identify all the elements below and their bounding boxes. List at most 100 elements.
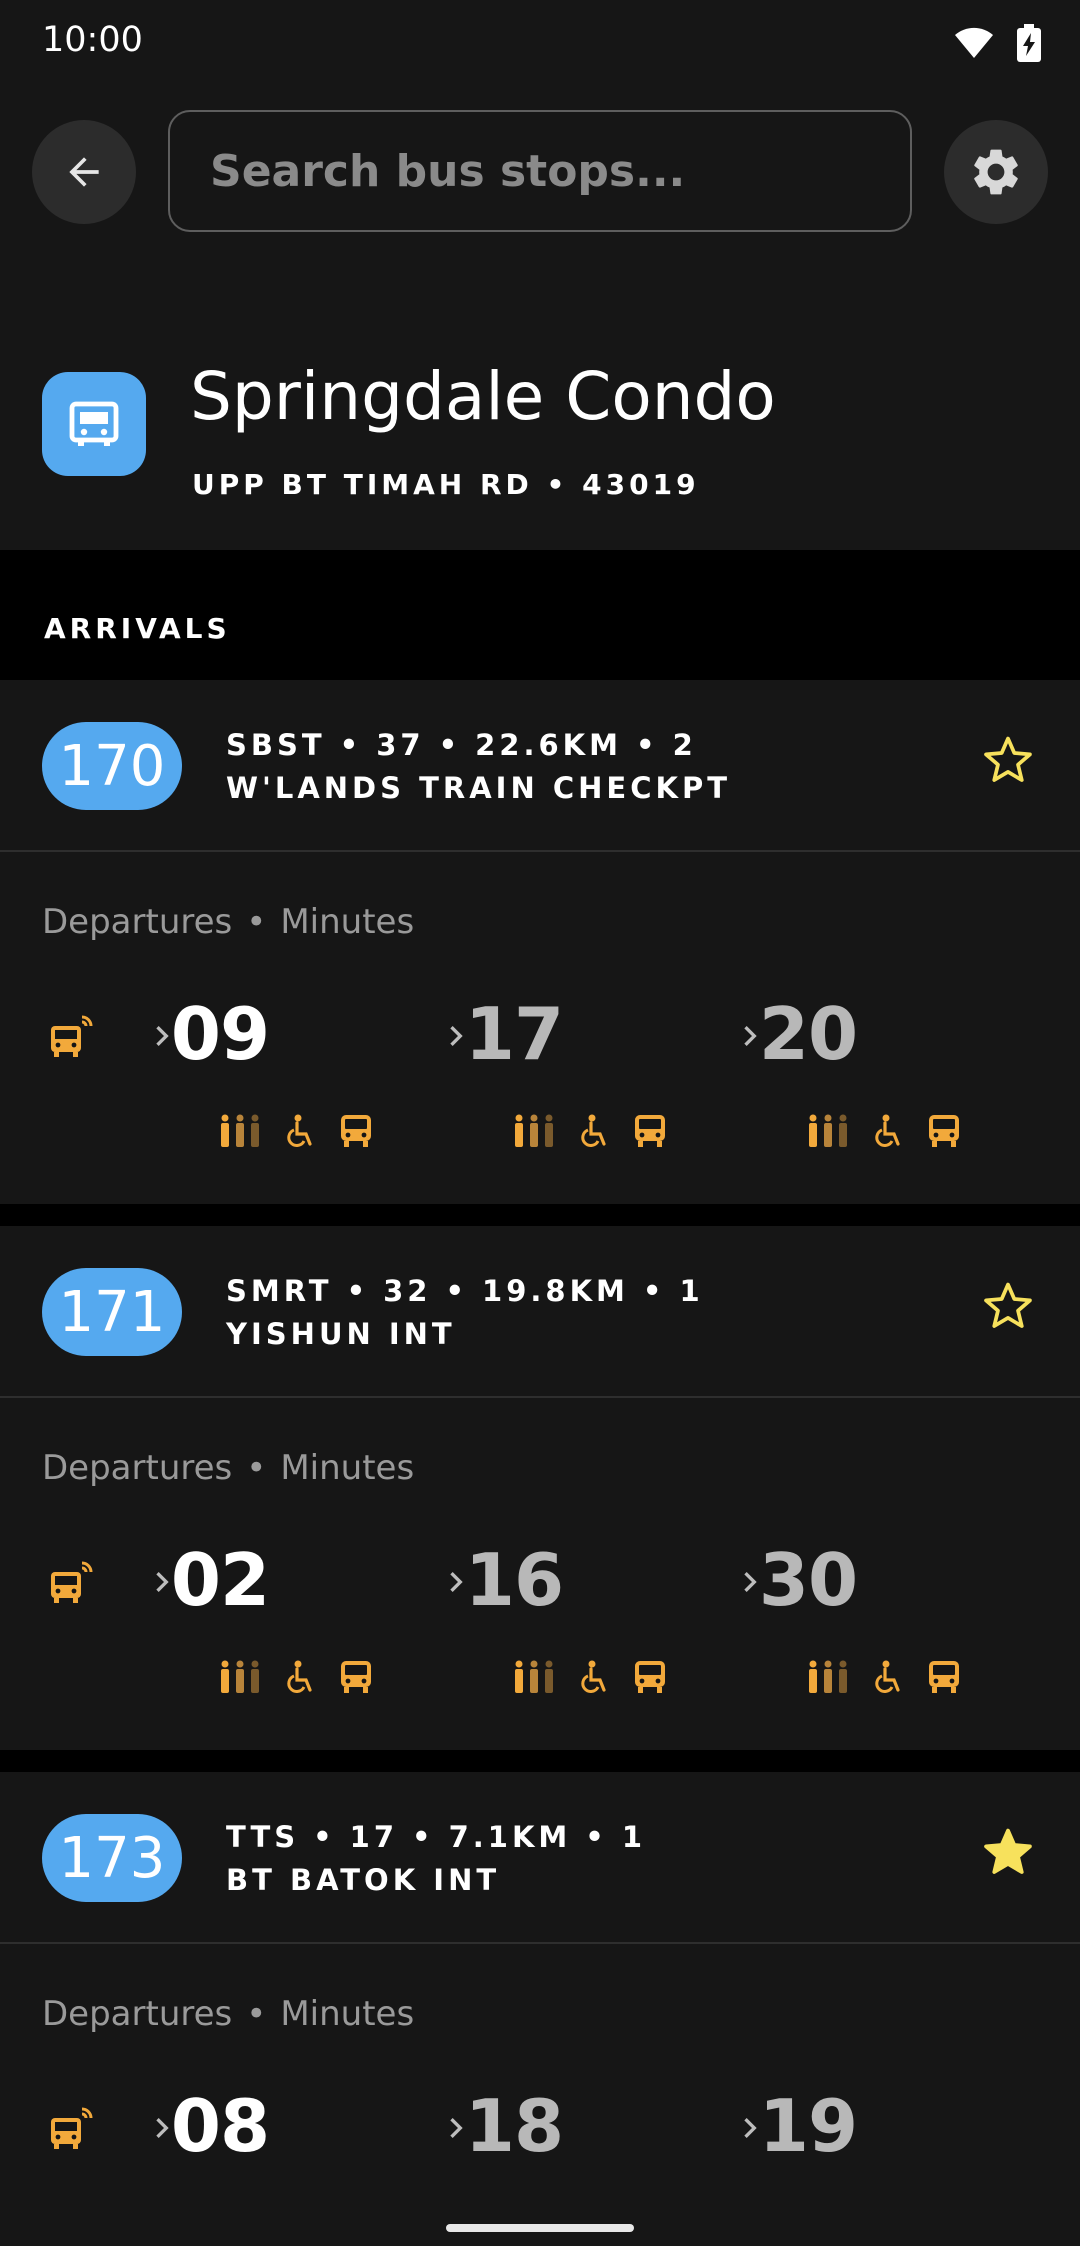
route-direction: 1 [621,1820,647,1854]
bus-load-icon [515,1660,553,1693]
favorite-button[interactable] [980,1824,1036,1880]
minutes-text: Minutes [280,1448,415,1488]
stop-subtitle: UPP BT TIMAH RD • 43019 [192,468,700,501]
favorite-star-icon [984,1828,1032,1874]
live-tracking-indicator [48,1014,94,1066]
meta-dot: • [642,1274,666,1308]
arrow-left-icon [69,157,99,187]
meta-dot: • [313,1820,336,1854]
route-info-row: SBST • 37 • 22.6KM • 2 [226,724,731,767]
bus-stop-icon [69,401,119,446]
meta-dot: • [346,1274,370,1308]
route-meta: SMRT • 32 • 19.8KM • 1 YISHUN INT [226,1270,704,1356]
stop-sub-dot: • [546,468,569,501]
meta-dot: • [412,1820,435,1854]
wheelchair-icon [287,1114,312,1147]
service-header[interactable]: 171 SMRT • 32 • 19.8KM • 1 YISHUN INT [0,1226,1080,1398]
route-number-badge: 171 [42,1268,182,1356]
departures-panel: Departures • Minutes 09 17 20 [0,852,1080,1200]
gear-icon [974,149,1018,195]
favorite-star-icon [984,1282,1032,1328]
service-card[interactable]: 170 SBST • 37 • 22.6KM • 2 W'LANDS TRAIN CHECKPT… [0,680,1080,1204]
arrival-minutes: 30 [758,1538,858,1622]
arrival-features [512,1114,666,1148]
bus-load-icon [809,1660,847,1693]
bus-type-icon [341,1661,371,1693]
arrivals-section-label: ARRIVALS [44,612,231,645]
route-stop-count: 17 [349,1820,399,1854]
wheelchair-icon [581,1114,606,1147]
bus-type-icon [635,1661,665,1693]
departures-text: Departures [42,902,233,942]
favorite-button[interactable] [980,1278,1036,1334]
service-card[interactable]: 173 TTS • 17 • 7.1KM • 1 BT BATOK INT Departures… [0,1772,1080,2246]
gesture-nav-bar[interactable] [446,2224,634,2232]
app-screen: 10:00 Search bus stops... Springdale Con… [0,0,1080,2246]
arrival-features [806,1660,960,1694]
route-operator: TTS [226,1820,300,1854]
live-tracking-indicator [48,2106,94,2158]
minutes-text: Minutes [280,1994,415,2034]
meta-dot: • [636,728,659,762]
route-stop-count: 32 [383,1274,432,1308]
bus-type-icon [635,1115,665,1147]
arrival-features [218,1114,372,1148]
bus-type-icon [341,1115,371,1147]
route-distance: 19.8KM [482,1274,629,1308]
arrival-minutes: 19 [758,2084,858,2168]
stop-road: UPP BT TIMAH RD [192,468,533,501]
favorite-button[interactable] [980,732,1036,788]
departures-label: Departures • Minutes [42,1994,414,2034]
wheelchair-icon [287,1660,312,1693]
bus-load-icon [515,1114,553,1147]
bus-type-icon [929,1661,959,1693]
arrival-minutes: 02 [170,1538,270,1622]
arrival-features [806,1114,960,1148]
arrival-minutes: 16 [464,1538,564,1622]
stop-code: 43019 [582,468,700,501]
arrival-minutes: 09 [170,992,270,1076]
arrival-minutes: 20 [758,992,858,1076]
bus-load-icon [221,1114,259,1147]
live-tracking-indicator [48,1560,94,1612]
settings-button[interactable] [944,120,1048,224]
header: Springdale Condo UPP BT TIMAH RD • 43019 [0,90,1080,550]
arrival-minutes: 08 [170,2084,270,2168]
departures-dot: • [246,1448,267,1488]
bus-live-icon [51,1015,93,1057]
route-destination: BT BATOK INT [226,1863,501,1897]
route-direction: 1 [679,1274,704,1308]
meta-dot: • [438,728,462,762]
departures-dot: • [246,902,267,942]
meta-dot: • [445,1274,469,1308]
bus-load-icon [221,1660,259,1693]
arrival-features [218,1660,372,1694]
status-time: 10:00 [42,20,143,60]
favorite-star-icon [984,736,1032,782]
route-number-badge: 173 [42,1814,182,1902]
service-card[interactable]: 171 SMRT • 32 • 19.8KM • 1 YISHUN INT Departures… [0,1226,1080,1750]
route-number-badge: 170 [42,722,182,810]
wheelchair-icon [875,1114,900,1147]
departures-dot: • [246,1994,267,2034]
departures-panel: Departures • Minutes 02 16 30 [0,1398,1080,1746]
departures-text: Departures [42,1994,233,2034]
status-bar: 10:00 [0,0,1080,90]
arrival-minutes: 18 [464,2084,564,2168]
route-meta: TTS • 17 • 7.1KM • 1 BT BATOK INT [226,1816,646,1902]
service-header[interactable]: 170 SBST • 37 • 22.6KM • 2 W'LANDS TRAIN CHECKPT [0,680,1080,852]
search-input[interactable] [210,145,910,197]
search-field[interactable] [168,110,912,232]
bus-load-icon [809,1114,847,1147]
arrival-features [512,1660,666,1694]
bus-live-icon [51,1561,93,1603]
route-info-row: TTS • 17 • 7.1KM • 1 [226,1816,646,1859]
route-stop-count: 37 [376,728,425,762]
route-direction: 2 [672,728,697,762]
minutes-text: Minutes [280,902,415,942]
route-destination: YISHUN INT [226,1317,456,1351]
bus-stop-badge [42,372,146,476]
back-button[interactable] [32,120,136,224]
service-header[interactable]: 173 TTS • 17 • 7.1KM • 1 BT BATOK INT [0,1772,1080,1944]
departures-text: Departures [42,1448,233,1488]
